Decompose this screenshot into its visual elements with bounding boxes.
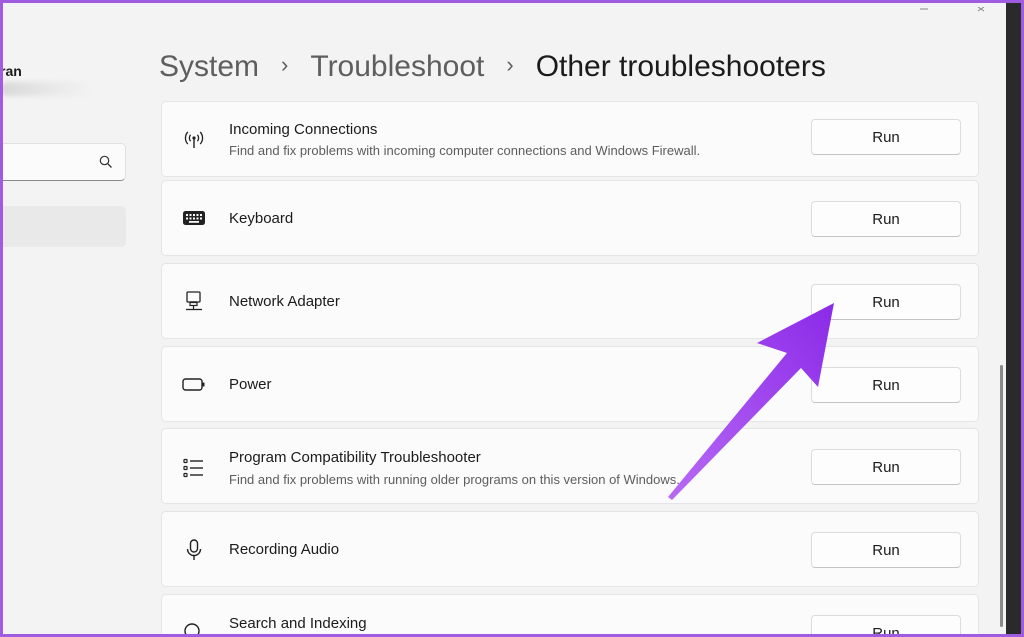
troubleshooter-title: Recording Audio: [229, 541, 340, 558]
troubleshooter-description: Find and fix problems with incoming comp…: [229, 143, 701, 158]
battery-icon: [182, 378, 205, 391]
list-icon: [183, 458, 203, 478]
troubleshooter-description: Find and fix problems with running older…: [229, 472, 680, 487]
wifi-antenna-icon: [184, 131, 204, 148]
run-button-incoming-connections[interactable]: Run: [811, 119, 961, 155]
settings-search-input[interactable]: [0, 144, 90, 180]
troubleshooter-item-power: Power Run: [161, 346, 979, 422]
search-icon: [184, 623, 200, 637]
run-button-search-and-indexing[interactable]: Run: [811, 615, 961, 637]
user-email-blurred: [0, 82, 90, 96]
troubleshooter-title: Power: [229, 376, 272, 393]
page-title: Other troubleshooters: [535, 50, 826, 83]
scrollbar-thumb[interactable]: [1000, 365, 1003, 627]
desktop-edge: [1006, 0, 1024, 637]
breadcrumb-separator: ›: [281, 52, 289, 77]
nav-item-system-selected[interactable]: [0, 206, 126, 247]
troubleshooter-item-program-compatibility: Program Compatibility Troubleshooter Fin…: [161, 428, 979, 504]
run-button-program-compatibility[interactable]: Run: [811, 449, 961, 485]
run-button-network-adapter[interactable]: Run: [811, 284, 961, 320]
breadcrumb-troubleshoot[interactable]: Troubleshoot: [310, 50, 484, 84]
run-button-recording-audio[interactable]: Run: [811, 532, 961, 568]
run-button-keyboard[interactable]: Run: [811, 201, 961, 237]
breadcrumb-system[interactable]: System: [159, 50, 259, 84]
troubleshooter-item-keyboard: Keyboard Run: [161, 180, 979, 256]
troubleshooter-item-incoming-connections: Incoming Connections Find and fix proble…: [161, 101, 979, 177]
search-icon[interactable]: [99, 155, 113, 169]
settings-window: ran System › Troubleshoot › Other troubl…: [0, 0, 1006, 637]
keyboard-icon: [183, 211, 205, 225]
troubleshooter-item-network-adapter: Network Adapter Run: [161, 263, 979, 339]
window-controls: [916, 0, 996, 12]
breadcrumb-separator: ›: [506, 52, 514, 77]
sidebar: ran: [0, 0, 140, 637]
run-button-power[interactable]: Run: [811, 367, 961, 403]
troubleshooter-title: Search and Indexing: [229, 615, 367, 632]
settings-search-box[interactable]: [0, 143, 126, 181]
troubleshooter-title: Program Compatibility Troubleshooter: [229, 449, 481, 466]
breadcrumb: System › Troubleshoot › Other troublesho…: [159, 46, 826, 88]
troubleshooter-title: Network Adapter: [229, 293, 340, 310]
troubleshooter-item-recording-audio: Recording Audio Run: [161, 511, 979, 587]
troubleshooter-item-search-and-indexing: Search and Indexing Run: [161, 594, 979, 637]
troubleshooter-title: Keyboard: [229, 210, 294, 227]
troubleshooter-title: Incoming Connections: [229, 121, 378, 138]
network-computer-icon: [186, 291, 202, 311]
microphone-icon: [186, 539, 202, 560]
user-name: ran: [0, 63, 22, 79]
